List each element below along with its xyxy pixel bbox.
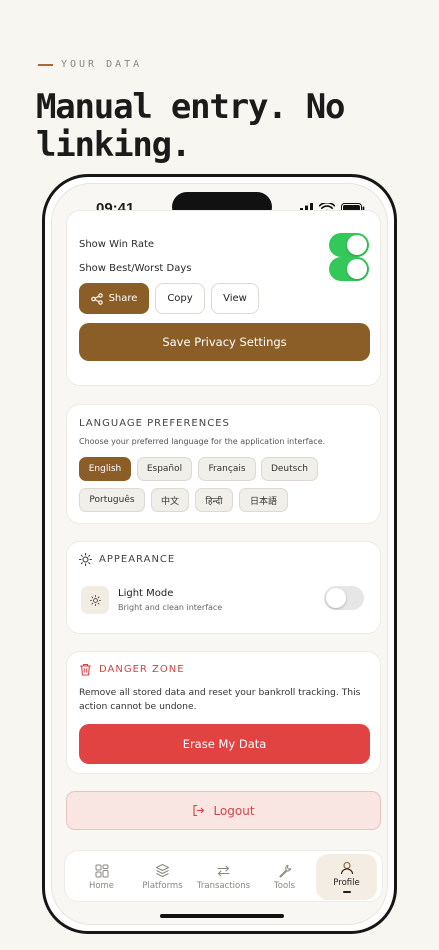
share-label: Share: [108, 293, 138, 304]
tab-transactions-label: Transactions: [196, 880, 251, 891]
headline: Manual entry. No linking.: [36, 87, 346, 165]
logout-label: Logout: [213, 803, 255, 818]
win-rate-label: Show Win Rate: [79, 239, 155, 250]
danger-zone-title: DANGER ZONE: [99, 664, 185, 675]
language-chip-deutsch[interactable]: Deutsch: [261, 457, 318, 481]
tab-platforms-label: Platforms: [142, 881, 183, 891]
best-worst-label: Show Best/Worst Days: [79, 263, 192, 274]
language-chip-francais[interactable]: Français: [198, 457, 256, 481]
section-eyebrow: YOUR DATA: [38, 59, 142, 70]
home-indicator: [160, 914, 284, 918]
user-icon: [340, 861, 353, 875]
tab-profile[interactable]: Profile: [316, 854, 377, 900]
share-icon: [90, 292, 103, 305]
language-subtitle: Choose your preferred language for the a…: [79, 437, 326, 446]
appearance-title: APPEARANCE: [99, 554, 176, 565]
layers-icon: [156, 864, 169, 877]
language-chip-chinese[interactable]: 中文: [151, 488, 189, 512]
share-button[interactable]: Share: [79, 283, 149, 314]
tab-transactions[interactable]: Transactions: [193, 854, 254, 900]
language-chip-japanese[interactable]: 日本語: [239, 488, 288, 512]
tab-home[interactable]: Home: [71, 854, 132, 900]
wrench-icon: [278, 864, 291, 877]
light-mode-label: Light Mode: [118, 588, 174, 599]
language-chip-portugues[interactable]: Português: [79, 488, 145, 512]
erase-data-button[interactable]: Erase My Data: [79, 724, 370, 764]
tab-platforms[interactable]: Platforms: [132, 854, 193, 900]
view-button[interactable]: View: [211, 283, 259, 314]
trash-icon: [79, 664, 92, 676]
eyebrow-line: [38, 63, 53, 66]
logout-icon: [193, 804, 205, 817]
tab-home-label: Home: [88, 880, 115, 891]
tab-tools-label: Tools: [274, 880, 295, 891]
grid-icon: [95, 864, 108, 877]
save-privacy-button[interactable]: Save Privacy Settings: [79, 323, 370, 361]
language-card: LANGUAGE PREFERENCES Choose your preferr…: [66, 404, 381, 524]
light-mode-desc: Bright and clean interface: [118, 603, 223, 612]
phone-frame: 09:41 Show Win Rate Show Best/Worst Days…: [42, 174, 397, 934]
language-chip-hindi[interactable]: हिन्दी: [195, 488, 233, 512]
win-rate-toggle[interactable]: [329, 233, 369, 257]
light-mode-icon-box: [81, 586, 109, 614]
best-worst-toggle[interactable]: [329, 257, 369, 281]
sun-icon: [79, 553, 92, 566]
phone-screen: 09:41 Show Win Rate Show Best/Worst Days…: [51, 183, 388, 925]
language-title: LANGUAGE PREFERENCES: [79, 418, 230, 429]
language-chip-espanol[interactable]: Español: [137, 457, 192, 481]
arrows-icon: [217, 865, 230, 876]
dark-mode-toggle[interactable]: [324, 586, 364, 610]
copy-button[interactable]: Copy: [155, 283, 205, 314]
tab-profile-label: Profile: [333, 878, 360, 888]
scroll-content[interactable]: Show Win Rate Show Best/Worst Days Share…: [52, 210, 387, 924]
danger-zone-card: DANGER ZONE Remove all stored data and r…: [66, 651, 381, 774]
tab-tools[interactable]: Tools: [254, 854, 315, 900]
eyebrow-text: YOUR DATA: [61, 59, 143, 70]
appearance-card: APPEARANCE Light Mode Bright and clean i…: [66, 541, 381, 634]
active-tab-indicator: [342, 891, 351, 893]
danger-zone-text: Remove all stored data and reset your ba…: [79, 687, 361, 712]
tab-bar: Home Platforms Transactions Tools Profil…: [64, 850, 383, 902]
language-chip-english[interactable]: English: [79, 457, 131, 481]
privacy-card: Show Win Rate Show Best/Worst Days Share…: [66, 210, 381, 386]
sun-small-icon: [89, 594, 101, 606]
logout-button[interactable]: Logout: [66, 791, 381, 830]
